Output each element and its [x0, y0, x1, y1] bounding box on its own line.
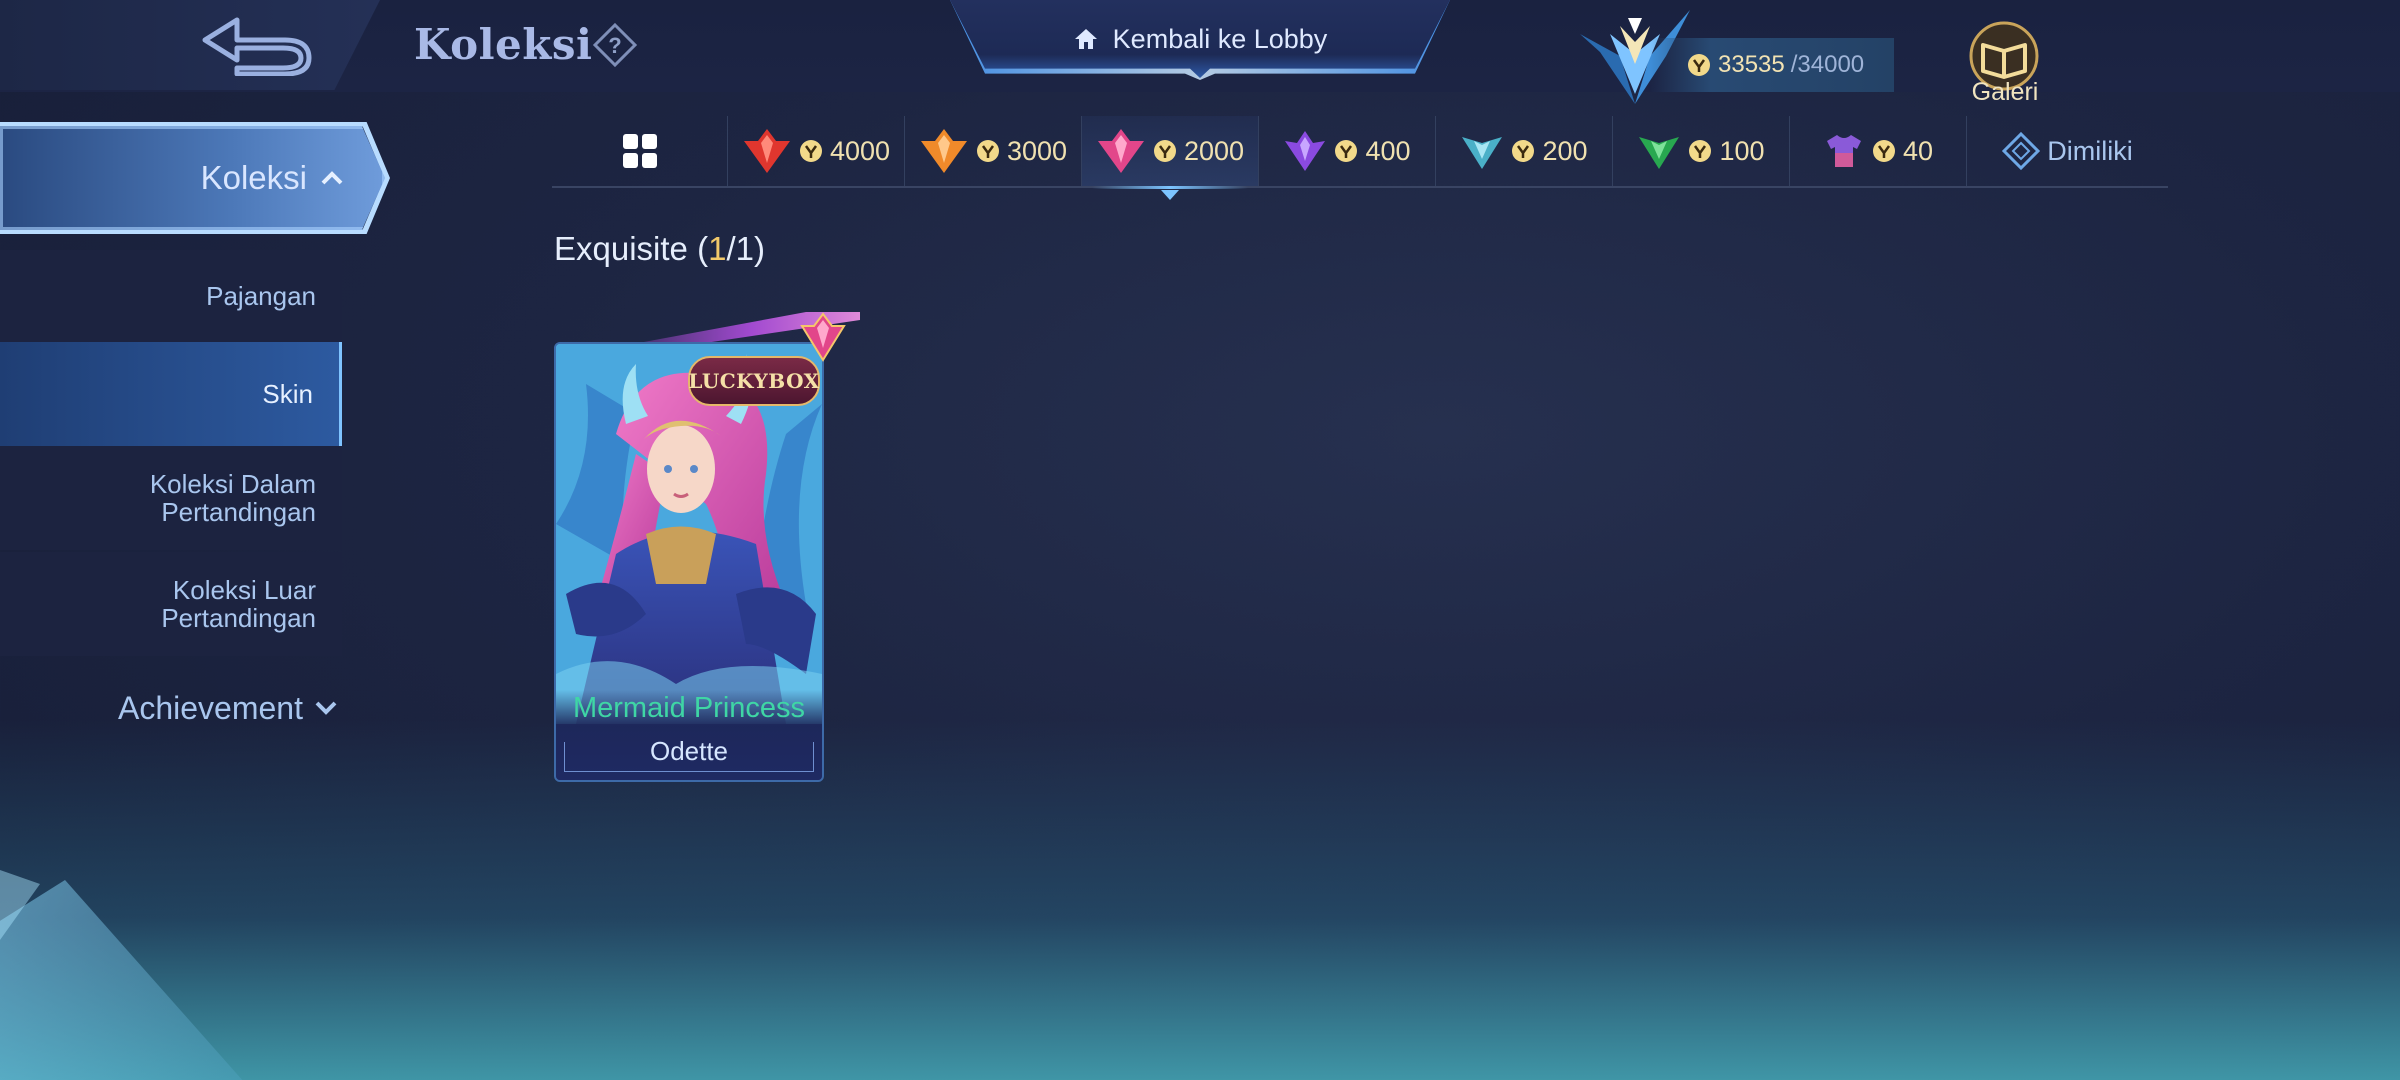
- diamond-outline-icon: [2002, 131, 2041, 171]
- gallery-label: Galeri: [1971, 78, 2039, 106]
- purple-gem-icon: [1285, 131, 1326, 171]
- sidebar-item-koleksi-luar-pertandingan[interactable]: Koleksi Luar Pertandingan: [0, 552, 342, 656]
- section-count-owned: 1: [708, 230, 727, 267]
- sidebar-achievement[interactable]: Achievement: [118, 686, 368, 730]
- points-max: /34000: [1790, 51, 1865, 78]
- price-tabs: 4000 3000 2000 400 200 100 40 Dimiliki: [552, 116, 2168, 200]
- sidebar-item-label-line1: Koleksi Dalam: [149, 469, 316, 499]
- sidebar-koleksi-header[interactable]: Koleksi: [0, 126, 385, 230]
- back-button[interactable]: [190, 12, 320, 78]
- section-count-total: /1): [726, 230, 765, 267]
- grid-icon: [622, 134, 657, 168]
- back-arrow-icon: [202, 17, 312, 76]
- tab-value: 100: [1719, 135, 1765, 166]
- active-tab-marker: [1161, 190, 1179, 200]
- tab-4000[interactable]: 4000: [728, 116, 905, 186]
- tab-value: Dimiliki: [2047, 135, 2133, 166]
- decorative-shard: [0, 880, 260, 1080]
- section-count-open: (: [687, 230, 709, 267]
- teal-gem-icon: [1462, 137, 1503, 169]
- svg-text:?: ?: [608, 33, 621, 58]
- sidebar-koleksi-label: Koleksi: [200, 159, 307, 196]
- green-gem-icon: [1639, 137, 1680, 169]
- tab-value: 200: [1542, 135, 1588, 166]
- tab-200[interactable]: 200: [1436, 116, 1613, 186]
- tab-400[interactable]: 400: [1259, 116, 1436, 186]
- question-icon: ?: [592, 22, 638, 68]
- tab-all[interactable]: [552, 116, 728, 186]
- coin-icon: [1335, 140, 1358, 162]
- coin-icon: [1512, 140, 1535, 162]
- sidebar-item-label-line2: Pertandingan: [161, 497, 316, 527]
- coin-icon: [799, 140, 822, 162]
- sidebar-item-pajangan[interactable]: Pajangan: [0, 250, 342, 342]
- tab-owned[interactable]: Dimiliki: [1967, 116, 2167, 186]
- sidebar-item-label: Pajangan: [206, 281, 316, 311]
- coin-icon: [1689, 140, 1712, 162]
- help-button[interactable]: ?: [592, 22, 638, 68]
- tab-value: 4000: [829, 135, 891, 166]
- points-counter: 33535/34000: [1650, 38, 1894, 92]
- tab-value: 400: [1365, 135, 1411, 166]
- sidebar-item-label-line2: Pertandingan: [161, 603, 316, 633]
- tab-40[interactable]: 40: [1790, 116, 1967, 186]
- points-current: 33535: [1718, 51, 1785, 78]
- tab-100[interactable]: 100: [1613, 116, 1790, 186]
- skin-card[interactable]: Mermaid Princess Odette: [554, 342, 824, 782]
- page-title: Koleksi: [414, 20, 593, 69]
- lobby-label: Kembali ke Lobby: [1112, 23, 1328, 54]
- sidebar-item-label-line1: Koleksi Luar: [172, 575, 316, 605]
- chevron-down-icon: [315, 701, 337, 715]
- orange-gem-icon: [920, 129, 967, 173]
- luckybox-badge: LUCKYBOX: [688, 356, 820, 406]
- tab-3000[interactable]: 3000: [905, 116, 1082, 186]
- background-glow: [0, 720, 2400, 1080]
- pink-gem-icon: [800, 312, 846, 362]
- skin-name: Mermaid Princess: [572, 692, 806, 724]
- sidebar-item-skin[interactable]: Skin: [0, 342, 342, 446]
- tab-value: 3000: [1006, 135, 1068, 166]
- coin-icon: [976, 140, 999, 162]
- sidebar-item-label: Skin: [262, 379, 313, 409]
- tab-2000[interactable]: 2000: [1082, 116, 1259, 200]
- back-to-lobby-button[interactable]: Kembali ke Lobby: [950, 0, 1450, 78]
- pink-gem-icon: [1097, 129, 1144, 173]
- shirt-icon: [1826, 135, 1861, 167]
- hero-name: Odette: [649, 736, 729, 766]
- coin-icon: [1153, 140, 1176, 162]
- red-gem-icon: [743, 129, 790, 173]
- home-icon: [1074, 29, 1097, 49]
- section-name: Exquisite: [554, 230, 688, 267]
- chevron-up-icon: [321, 171, 343, 185]
- coin-icon: [1688, 54, 1710, 76]
- tab-value: 40: [1902, 135, 1934, 166]
- section-title: Exquisite (1/1): [554, 230, 765, 268]
- coin-icon: [1872, 140, 1895, 162]
- sidebar-item-koleksi-dalam-pertandingan[interactable]: Koleksi Dalam Pertandingan: [0, 446, 342, 550]
- tab-value: 2000: [1183, 135, 1245, 166]
- sidebar-achievement-label: Achievement: [118, 689, 303, 726]
